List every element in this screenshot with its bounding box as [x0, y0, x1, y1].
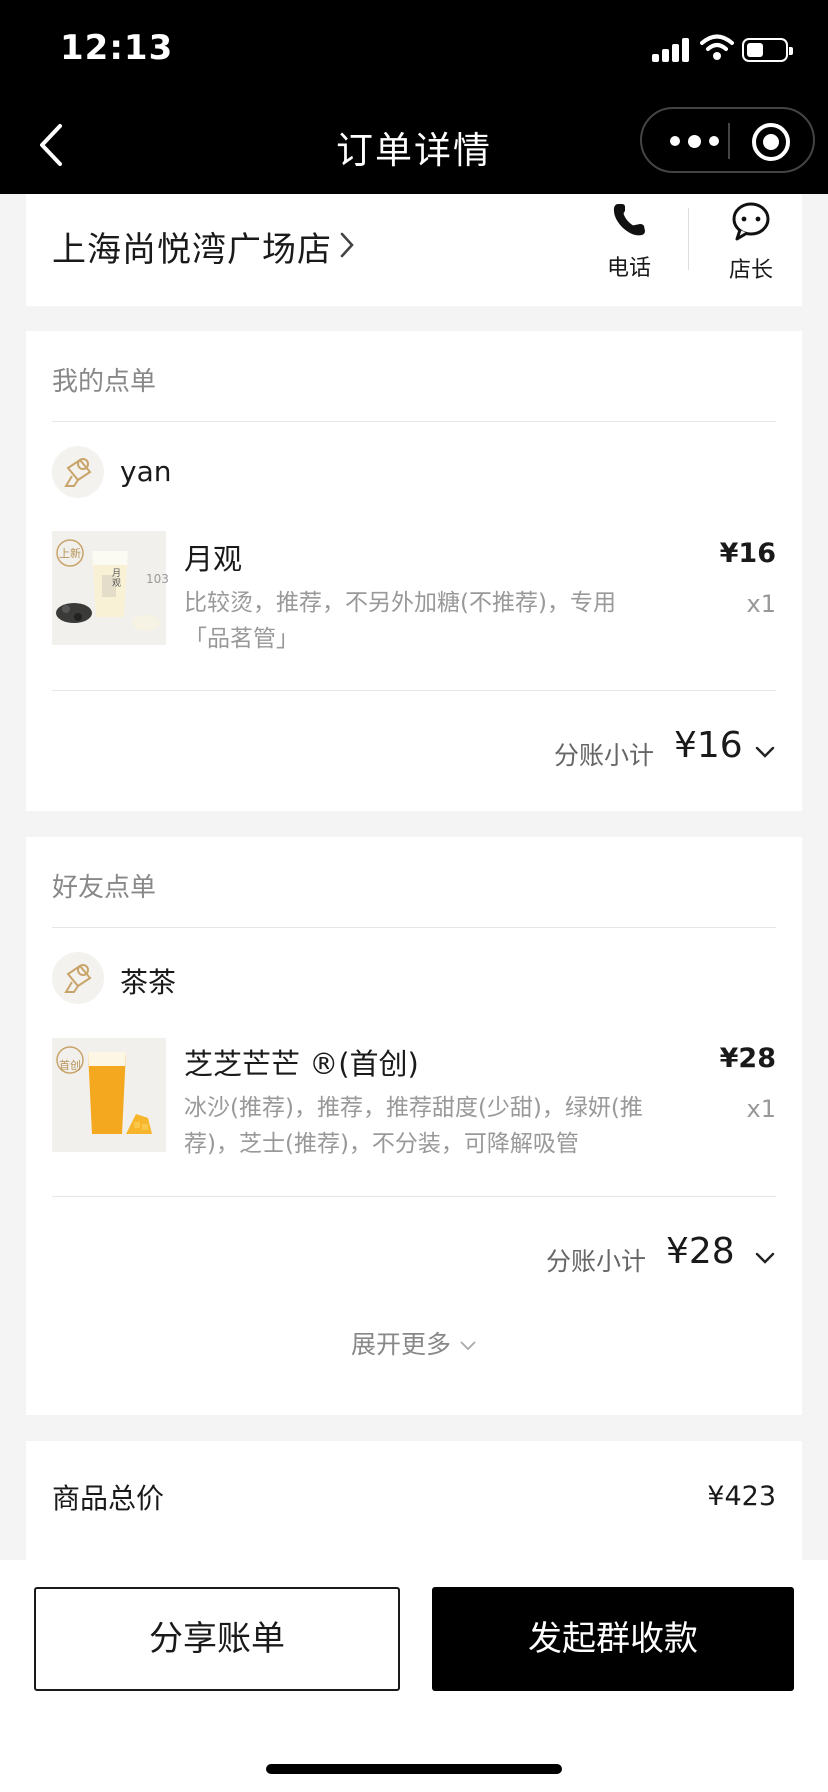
bottom-action-bar: 分享账单 发起群收款: [0, 1560, 828, 1792]
subtotal-label: 分账小计: [546, 1247, 647, 1276]
thumb-tag: 上新: [59, 547, 81, 560]
user-name: yan: [120, 455, 172, 488]
group-collect-button[interactable]: 发起群收款: [432, 1587, 794, 1691]
phone-icon: [613, 204, 645, 236]
product-name: 月观: [184, 542, 243, 576]
chevron-down-icon: [460, 1341, 476, 1351]
avatar: [52, 446, 104, 498]
section-title: 我的点单: [52, 367, 157, 397]
mini-program-capsule: [640, 107, 815, 173]
chat-icon: [732, 202, 770, 241]
product-price: ¥28: [719, 1043, 776, 1074]
subtotal-amount: ¥16: [674, 725, 743, 766]
friend-order-card: 好友点单 茶茶 首创 芝芝芒芒 ®(首创) 冰沙(推荐)，推荐，推荐甜度(少甜)…: [26, 837, 802, 1415]
manager-label: 店长: [728, 258, 773, 283]
expand-more-label: 展开更多: [351, 1330, 452, 1359]
total-label: 商品总价: [52, 1482, 165, 1515]
store-name[interactable]: 上海尚悦湾广场店: [52, 222, 332, 271]
wifi-icon: [700, 34, 734, 60]
thumb-calories: 103: [146, 572, 169, 586]
tea-avatar-icon: [64, 458, 92, 487]
product-options: 比较烫，推荐，不另外加糖(不推荐)，专用「品茗管」: [184, 590, 616, 652]
more-icon[interactable]: [666, 125, 728, 157]
my-order-card: 我的点单 yan 上新 103 月观 月观 比较烫，推荐，不另外加糖(不推荐)，…: [26, 331, 802, 811]
thumb-tag: 首创: [59, 1059, 81, 1072]
share-bill-button[interactable]: 分享账单: [34, 1587, 400, 1691]
product-quantity: x1: [746, 590, 776, 618]
drink-image: [52, 1038, 166, 1152]
expand-more-link[interactable]: 展开更多: [26, 1325, 802, 1361]
signal-icon: [652, 38, 692, 62]
total-value: ¥423: [707, 1481, 776, 1512]
product-quantity: x1: [746, 1095, 776, 1123]
battery-icon: [742, 38, 793, 62]
phone-button[interactable]: 电话: [594, 200, 664, 282]
phone-label: 电话: [606, 256, 651, 281]
user-name: 茶茶: [120, 966, 177, 999]
chevron-right-icon[interactable]: [336, 228, 358, 262]
avatar: [52, 952, 104, 1004]
status-time: 12:13: [60, 28, 174, 68]
product-name: 芝芝芒芒 ®(首创): [184, 1047, 419, 1081]
close-mini-program-icon[interactable]: [752, 123, 790, 161]
product-image[interactable]: [52, 1038, 166, 1152]
top-bar: 12:13 订单详情: [0, 0, 828, 194]
total-card: 商品总价 ¥423: [26, 1441, 802, 1571]
chevron-down-icon[interactable]: [754, 745, 776, 759]
section-title: 好友点单: [52, 873, 157, 903]
product-options: 冰沙(推荐)，推荐，推荐甜度(少甜)，绿妍(推荐)，芝士(推荐)，不分装，可降解…: [184, 1095, 643, 1157]
chevron-down-icon[interactable]: [754, 1251, 776, 1265]
store-card: 上海尚悦湾广场店 电话 店长: [26, 194, 802, 306]
subtotal-amount: ¥28: [666, 1231, 735, 1272]
manager-button[interactable]: 店长: [716, 200, 786, 284]
thumb-brand: 月观: [112, 569, 122, 589]
tea-avatar-icon: [64, 964, 92, 993]
subtotal-label: 分账小计: [554, 741, 655, 770]
product-price: ¥16: [719, 538, 776, 569]
home-indicator[interactable]: [266, 1764, 562, 1774]
